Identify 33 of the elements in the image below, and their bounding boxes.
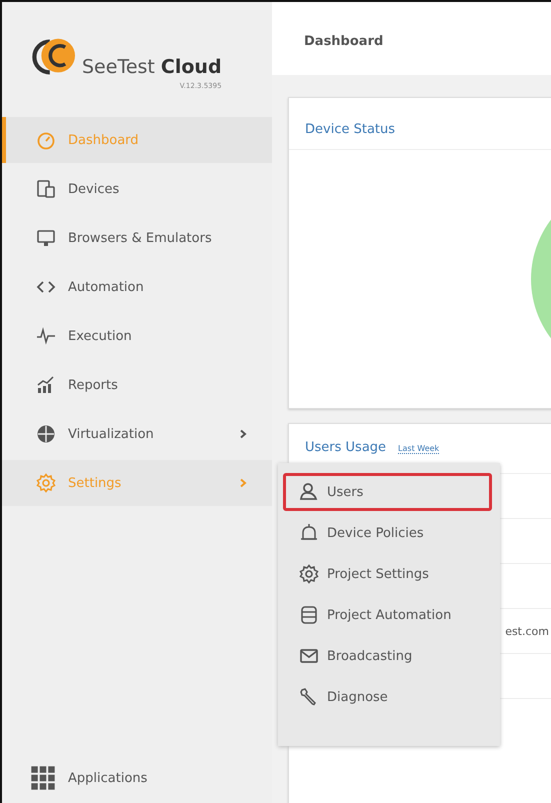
wrench-icon bbox=[299, 687, 319, 707]
pulse-icon bbox=[36, 326, 56, 346]
globe-icon bbox=[36, 424, 56, 444]
menu-item[interactable]: Users bbox=[283, 473, 492, 511]
sidebar-item[interactable]: Devices bbox=[2, 166, 272, 212]
menu-item[interactable]: Project Settings bbox=[283, 555, 492, 593]
table-cell-text: est.com bbox=[505, 624, 550, 638]
sidebar-item[interactable]: Reports bbox=[2, 362, 272, 408]
users-icon bbox=[299, 482, 319, 502]
monitor-icon bbox=[36, 228, 56, 248]
applications-item[interactable]: Applications bbox=[2, 767, 272, 789]
database-icon bbox=[299, 605, 319, 625]
page-title: Dashboard bbox=[304, 34, 384, 49]
period-link[interactable]: Last Week bbox=[398, 444, 440, 454]
menu-item[interactable]: Broadcasting bbox=[283, 637, 492, 675]
card-title: Users Usage bbox=[305, 440, 386, 455]
gauge-icon bbox=[36, 130, 56, 150]
gear-icon bbox=[299, 564, 319, 584]
logo-title: SeeTest Cloud bbox=[82, 56, 222, 78]
sidebar-item[interactable]: Automation bbox=[2, 264, 272, 310]
card-title: Device Status bbox=[305, 122, 396, 137]
sidebar-item[interactable]: Execution bbox=[2, 313, 272, 359]
sidebar-item[interactable]: Virtualization bbox=[2, 411, 272, 457]
menu-item[interactable]: Project Automation bbox=[283, 596, 492, 634]
grid-icon bbox=[30, 765, 56, 791]
menu-item[interactable]: Device Policies bbox=[283, 514, 492, 552]
bell-icon bbox=[299, 523, 319, 543]
gear-icon bbox=[36, 473, 56, 493]
mail-icon bbox=[299, 646, 319, 666]
devices-icon bbox=[36, 179, 56, 199]
sidebar-item[interactable]: Browsers & Emulators bbox=[2, 215, 272, 261]
menu-item[interactable]: Diagnose bbox=[283, 678, 492, 716]
bar-chart-icon bbox=[36, 375, 56, 395]
